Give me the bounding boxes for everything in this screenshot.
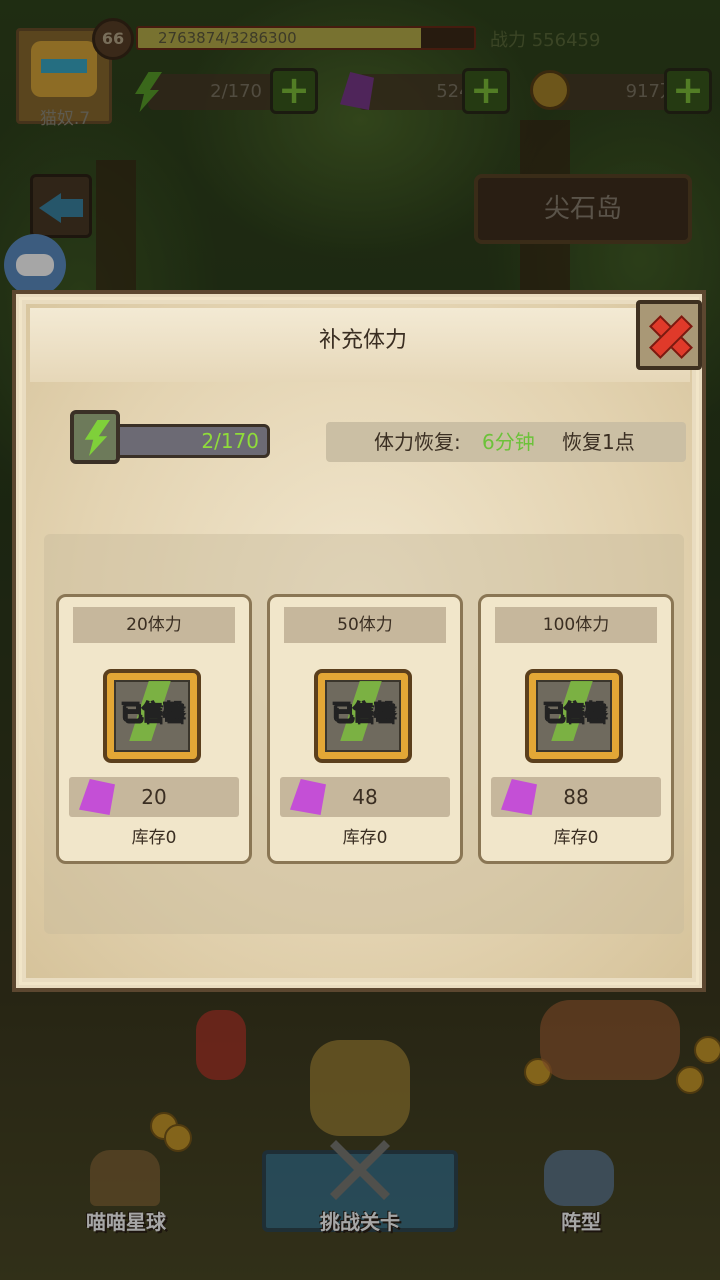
stamina-pack-card[interactable]: 100体力 已售罄 88 库存0: [478, 594, 674, 864]
stamina-pack-card[interactable]: 20体力 已售罄 20 库存0: [56, 594, 252, 864]
recover-info: 体力恢复: 6分钟 恢复1点: [326, 422, 686, 462]
pack-label: 20体力: [73, 607, 235, 643]
pack-price: 88: [491, 777, 661, 817]
sold-out-label: 已售罄: [120, 701, 185, 727]
pack-stock: 库存0: [131, 828, 177, 848]
pack-price-value: 48: [352, 785, 378, 809]
pack-label: 50体力: [284, 607, 446, 643]
pack-stock: 库存0: [553, 828, 599, 848]
pack-stock: 库存0: [342, 828, 388, 848]
stamina-bar-value: 2/170: [201, 429, 259, 453]
refill-stamina-dialog: 补充体力 2/170 体力恢复: 6分钟 恢复1点 20体力 已售罄 20 库存…: [12, 290, 706, 992]
pack-slot: 已售罄: [314, 669, 412, 763]
dialog-title: 补充体力: [318, 328, 407, 353]
pack-price: 20: [69, 777, 239, 817]
sold-out-label: 已售罄: [542, 701, 607, 727]
stamina-icon: [70, 410, 120, 464]
recover-time: 6分钟: [482, 430, 535, 454]
pack-price: 48: [280, 777, 450, 817]
gem-icon: [290, 779, 326, 815]
recover-label: 体力恢复:: [374, 430, 461, 454]
stamina-bar: 2/170: [110, 424, 270, 458]
gem-icon: [501, 779, 537, 815]
stamina-pack-card[interactable]: 50体力 已售罄 48 库存0: [267, 594, 463, 864]
sold-out-label: 已售罄: [331, 701, 396, 727]
close-button[interactable]: [636, 300, 702, 370]
gem-icon: [79, 779, 115, 815]
pack-price-value: 88: [563, 785, 589, 809]
pack-slot: 已售罄: [525, 669, 623, 763]
pack-slot: 已售罄: [103, 669, 201, 763]
pack-label: 100体力: [495, 607, 657, 643]
pack-price-value: 20: [141, 785, 167, 809]
lightning-icon: [84, 420, 110, 456]
recover-amount: 恢复1点: [562, 430, 635, 454]
